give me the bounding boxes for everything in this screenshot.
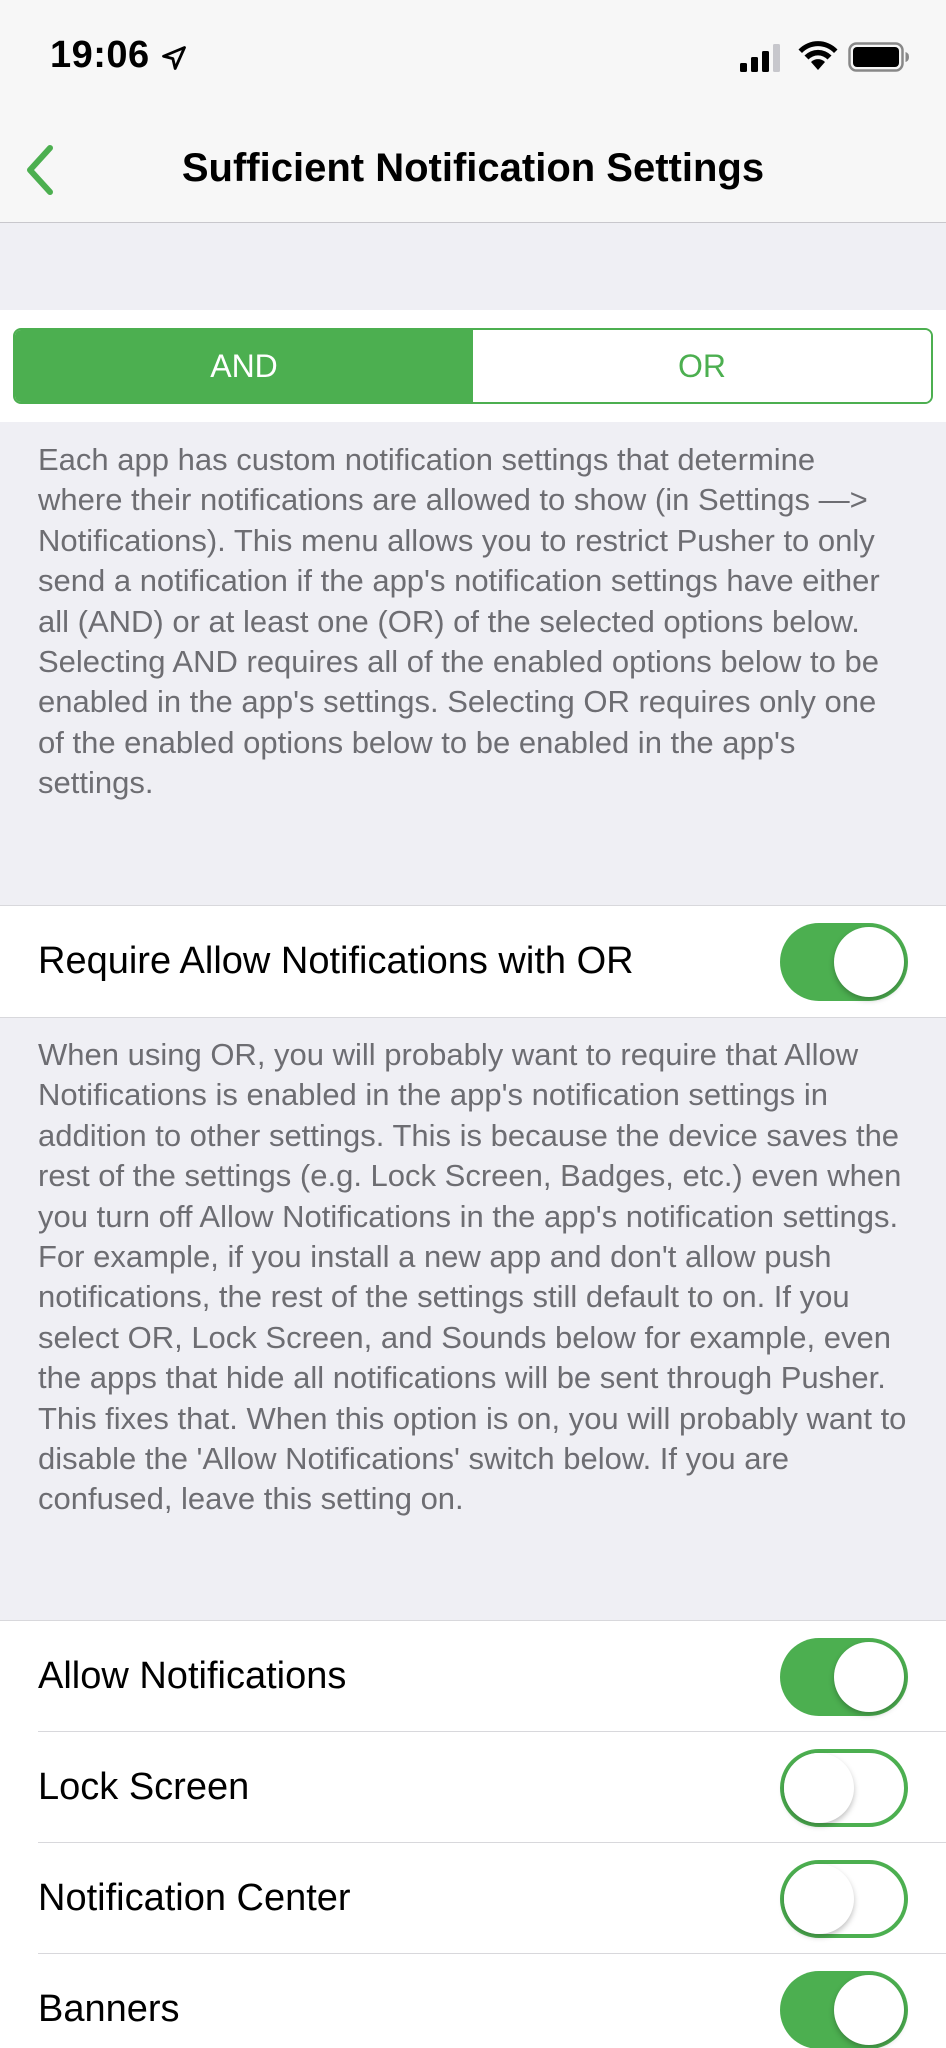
require-allow-notifications-cell: Require Allow Notifications with OR <box>0 906 946 1017</box>
banners-toggle[interactable] <box>780 1970 908 2048</box>
option-allow-notifications: Allow Notifications <box>0 1621 946 1732</box>
option-banners: Banners <box>0 1954 946 2048</box>
allow-notifications-toggle[interactable] <box>780 1637 908 1716</box>
toggle-knob <box>784 1752 854 1823</box>
signal-icon <box>740 44 780 72</box>
toggle-knob <box>834 1974 904 2045</box>
logic-segmented-control: AND OR <box>13 328 933 404</box>
require-description: When using OR, you will probably want to… <box>38 1037 907 1517</box>
cell-label: Banners <box>38 1988 180 2030</box>
battery-icon <box>848 42 909 72</box>
toggle-knob <box>784 1863 854 1934</box>
option-notification-center: Notification Center <box>0 1843 946 1954</box>
page-title: Sufficient Notification Settings <box>181 146 765 190</box>
cell-label: Notification Center <box>38 1877 351 1919</box>
cell-label: Lock Screen <box>38 1766 250 1808</box>
cell-label: Allow Notifications <box>38 1655 347 1697</box>
cell-label: Require Allow Notifications with OR <box>38 940 634 982</box>
wifi-icon <box>798 41 838 70</box>
notification-center-toggle[interactable] <box>780 1859 908 1938</box>
status-time: 19:06 <box>50 34 150 76</box>
toggle-knob <box>834 1641 904 1712</box>
mode-description: Each app has custom notification setting… <box>38 442 880 801</box>
navigation-bar: Sufficient Notification Settings <box>0 118 946 223</box>
require-allow-notifications-toggle[interactable] <box>780 922 908 1001</box>
status-bar: 19:06 <box>0 0 946 118</box>
segment-and[interactable]: AND <box>15 330 473 402</box>
require-group: Require Allow Notifications with OR <box>0 905 946 1018</box>
options-group: Allow Notifications Lock Screen Notifica… <box>0 1620 946 2048</box>
lock-screen-toggle[interactable] <box>780 1748 908 1827</box>
segment-or[interactable]: OR <box>473 330 931 402</box>
settings-screen: 19:06 Sufficient Notification Settings A… <box>0 0 946 2048</box>
logic-mode-section: AND OR <box>0 310 946 422</box>
toggle-knob <box>834 926 904 997</box>
location-arrow-icon <box>162 46 186 70</box>
option-lock-screen: Lock Screen <box>0 1732 946 1843</box>
